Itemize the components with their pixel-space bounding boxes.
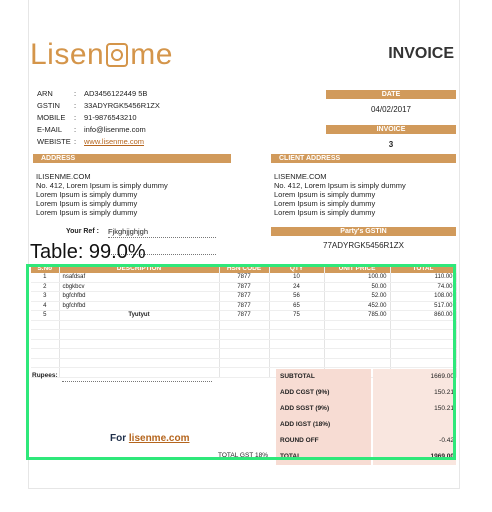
date-value: 04/02/2017	[370, 105, 412, 114]
email-label: E-MAIL	[37, 125, 63, 134]
company-info: ARN: AD3456122449 5B GSTIN:33ADYRGK5456R1…	[37, 88, 160, 148]
mobile-row: MOBILE:91-9876543210	[37, 113, 137, 122]
client-address-block: LISENME.COM No. 412, Lorem Ipsum is simp…	[274, 172, 406, 217]
client-address-line: Lorem Ipsum is simply dummy	[274, 208, 376, 217]
client-address-line: LISENME.COM	[274, 172, 327, 181]
invoice-header: INVOICE	[326, 125, 456, 134]
mobile-label: MOBILE	[37, 113, 66, 122]
address-header: ADDRESS	[33, 154, 231, 163]
mobile-value: 91-9876543210	[84, 113, 137, 122]
client-address-line: Lorem Ipsum is simply dummy	[274, 190, 376, 199]
logo-text-left: Lisen	[30, 38, 105, 71]
email-value: info@lisenme.com	[84, 125, 146, 134]
address-line: ILISENME.COM	[36, 172, 91, 181]
your-ref-value: Fjkghjjghjgh	[108, 227, 216, 238]
email-row: E-MAIL: info@lisenme.com	[37, 125, 146, 134]
website-row: WEBISTE: www.lisenme.com	[37, 137, 145, 146]
arn-label: ARN	[37, 89, 53, 98]
date-header: DATE	[326, 90, 456, 99]
party-gstin-value: 77ADYRGK5456R1ZX	[323, 241, 404, 250]
logo-text-right: me	[130, 38, 173, 71]
table-detection-box	[26, 264, 456, 460]
arn-value: AD3456122449 5B	[84, 89, 148, 98]
table-detection-label: Table: 99.0%	[30, 241, 146, 263]
address-line: Lorem Ipsum is simply dummy	[36, 208, 138, 217]
brand-logo: Lisen me	[30, 38, 173, 72]
party-gstin-header: Party's GSTIN	[271, 227, 456, 236]
client-address-header: CLIENT ADDRESS	[271, 154, 456, 163]
your-ref-label: Your Ref :	[66, 228, 99, 235]
address-line: Lorem Ipsum is simply dummy	[36, 190, 138, 199]
website-label: WEBISTE	[37, 137, 71, 146]
invoice-title: INVOICE	[388, 45, 454, 62]
logo-face-icon	[106, 43, 129, 67]
gstin-label: GSTIN	[37, 101, 60, 110]
address-block: ILISENME.COM No. 412, Lorem Ipsum is sim…	[36, 172, 168, 217]
arn-row: ARN: AD3456122449 5B	[37, 89, 148, 98]
client-address-line: Lorem Ipsum is simply dummy	[274, 199, 376, 208]
address-line: Lorem Ipsum is simply dummy	[36, 199, 138, 208]
address-line: No. 412, Lorem Ipsum is simply dummy	[36, 181, 168, 190]
client-address-line: No. 412, Lorem Ipsum is simply dummy	[274, 181, 406, 190]
website-link[interactable]: www.lisenme.com	[84, 137, 144, 146]
gstin-row: GSTIN:33ADYRGK5456R1ZX	[37, 101, 160, 110]
invoice-number: 3	[388, 140, 394, 149]
gstin-value: 33ADYRGK5456R1ZX	[84, 101, 160, 110]
